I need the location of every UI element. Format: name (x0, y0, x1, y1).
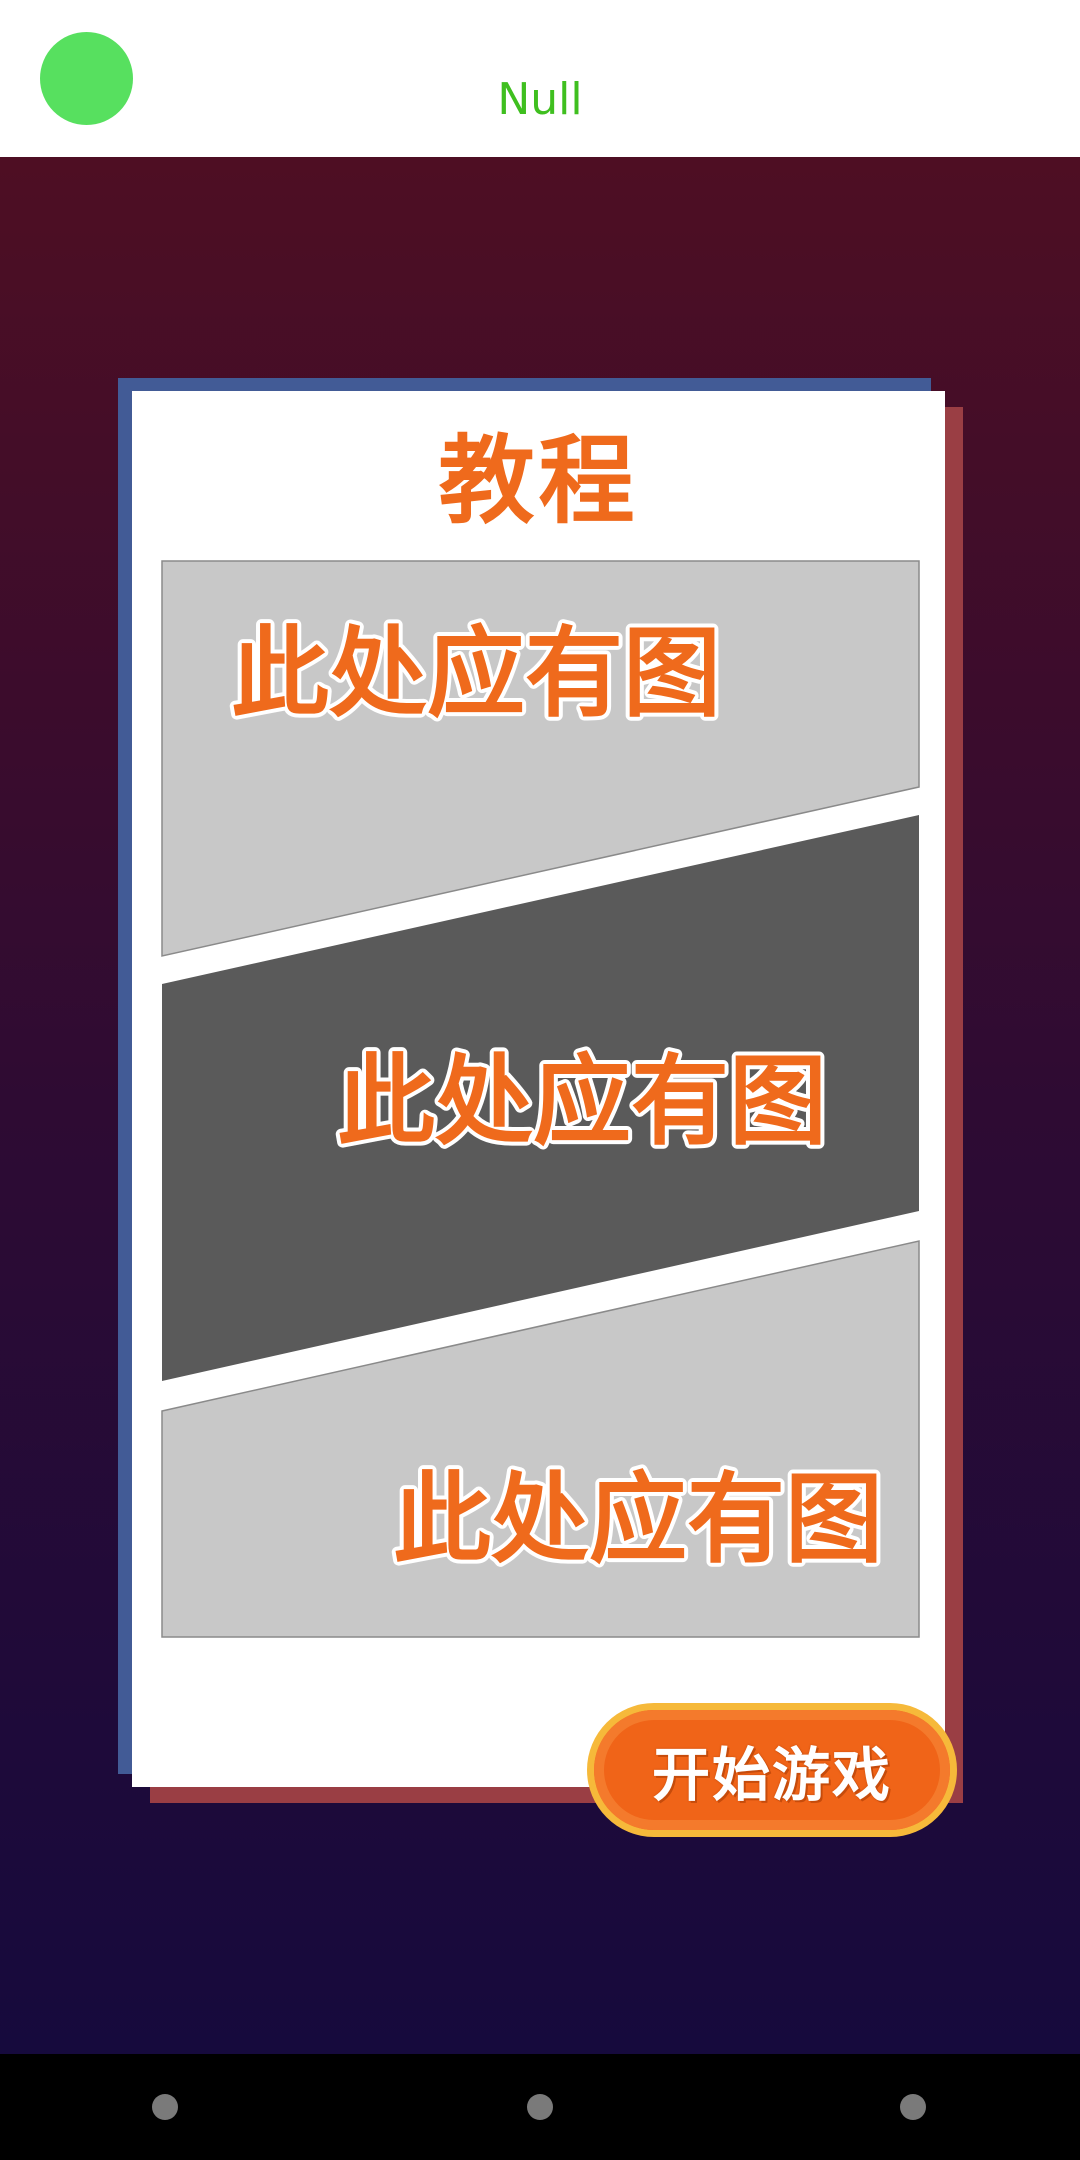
tutorial-panel-1-label: 此处应有图 (231, 617, 721, 731)
tutorial-panel-3-label: 此处应有图 (393, 1463, 883, 1577)
page-title: Null (497, 74, 583, 125)
tutorial-panel-2-label: 此处应有图 (337, 1045, 827, 1159)
screen: Null 此处应有图 此处应有图 此处应有图 教程 开始游戏 (0, 0, 1080, 2160)
tutorial-panels: 此处应有图 此处应有图 此处应有图 (161, 560, 920, 1638)
top-bar: Null (0, 0, 1080, 157)
back-icon[interactable] (152, 2094, 178, 2120)
start-game-button-label: 开始游戏 (651, 1741, 892, 1809)
card-title: 教程 (438, 425, 639, 537)
tutorial-card: 此处应有图 此处应有图 此处应有图 教程 (132, 391, 945, 1787)
recents-icon[interactable] (900, 2094, 926, 2120)
home-icon[interactable] (527, 2094, 553, 2120)
start-game-button-face[interactable]: 开始游戏 (594, 1710, 950, 1830)
start-game-button[interactable]: 开始游戏 (587, 1703, 957, 1837)
system-nav-bar (0, 2054, 1080, 2160)
